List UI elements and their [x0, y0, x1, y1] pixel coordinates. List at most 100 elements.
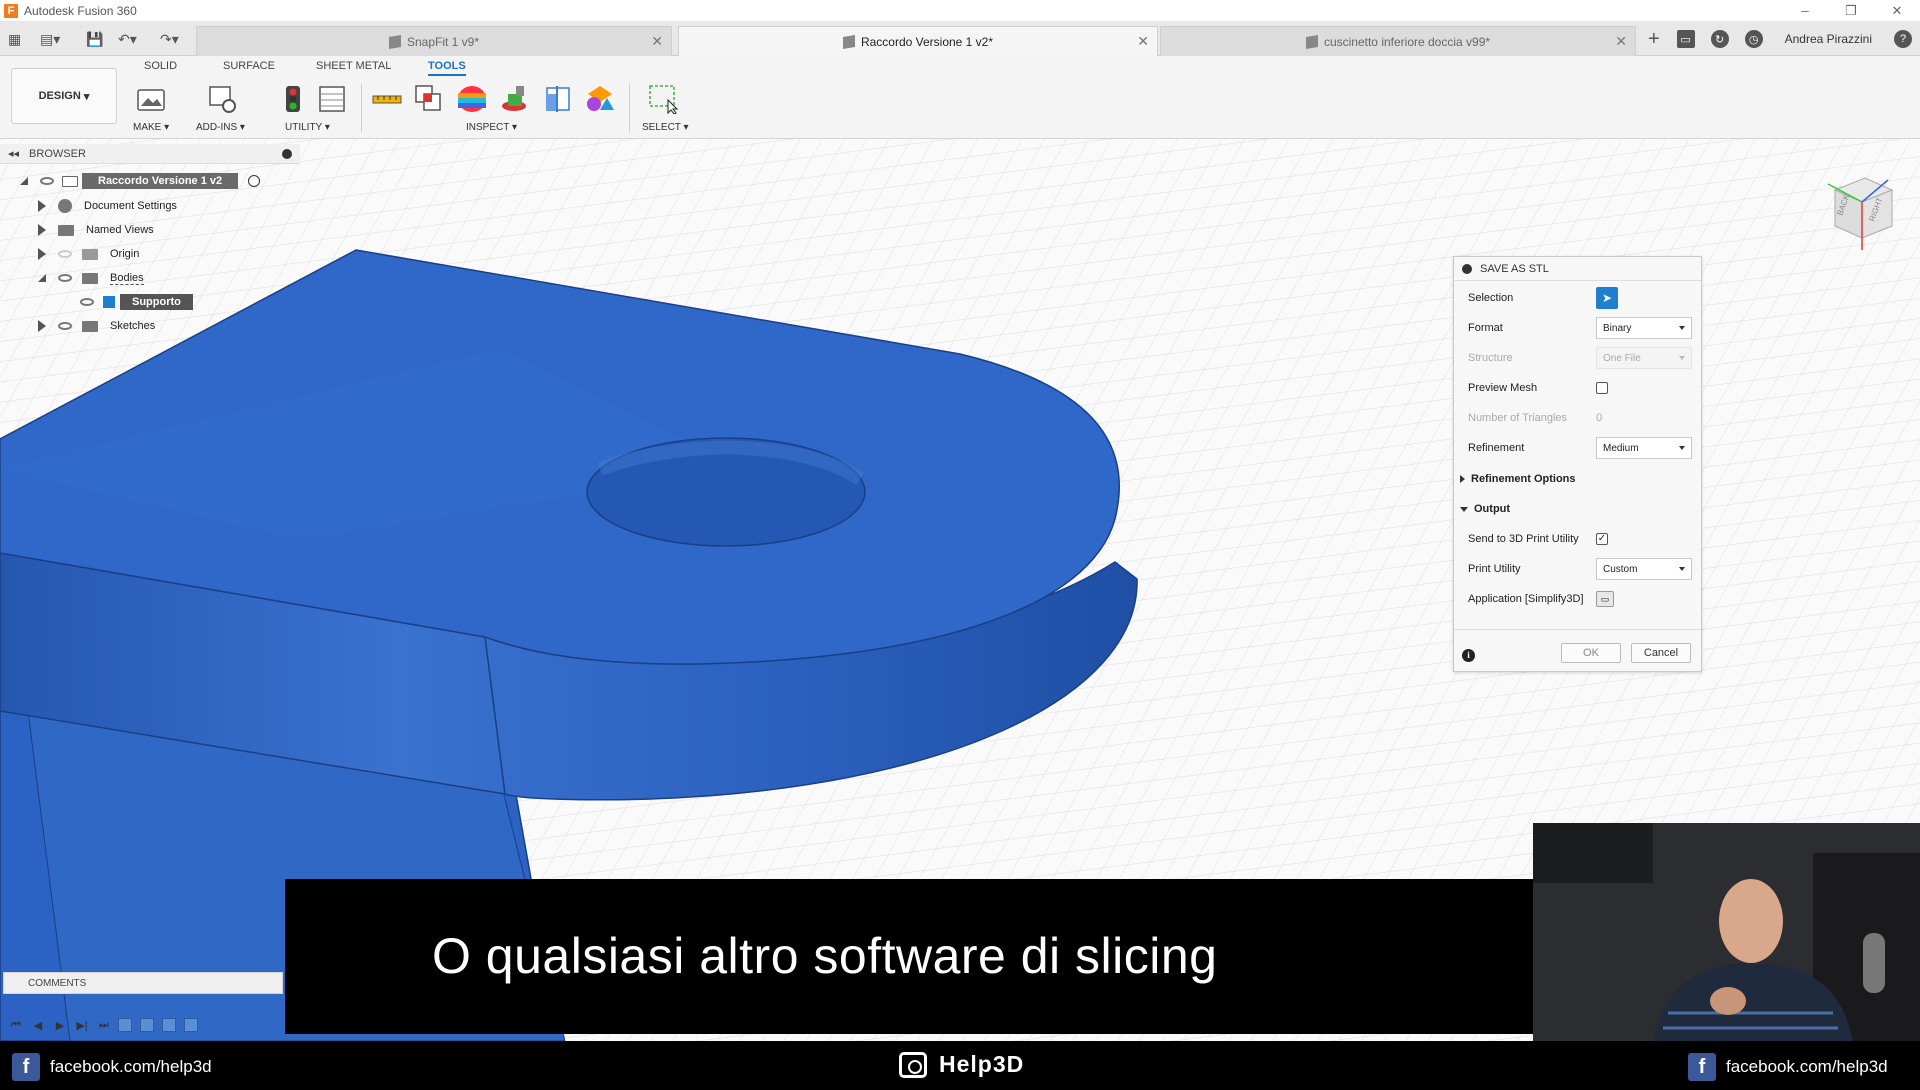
timeline-feature[interactable] — [184, 1018, 198, 1032]
window-select-icon[interactable] — [648, 84, 678, 114]
browser-pin-icon[interactable] — [282, 149, 292, 159]
browser-item-bodies[interactable]: Bodies — [38, 267, 144, 289]
expand-triangle-icon[interactable] — [38, 248, 46, 260]
expand-triangle-icon[interactable] — [38, 200, 46, 212]
chevron-down-icon — [1679, 446, 1685, 450]
file-menu-icon[interactable]: ▤▾ — [40, 22, 60, 56]
visibility-eye-icon[interactable] — [58, 250, 72, 258]
timeline-forward-icon[interactable]: ▶| — [76, 1019, 88, 1032]
minimize-button[interactable]: – — [1782, 0, 1828, 22]
close-tab-icon[interactable]: ✕ — [651, 33, 663, 50]
facebook-link-right[interactable]: f facebook.com/help3d — [1688, 1053, 1888, 1081]
cancel-button[interactable]: Cancel — [1631, 643, 1691, 663]
visibility-eye-icon[interactable] — [40, 177, 54, 185]
interference-icon[interactable] — [414, 84, 444, 114]
comments-panel[interactable]: COMMENTS — [3, 972, 283, 994]
preview-mesh-checkbox[interactable] — [1596, 382, 1608, 394]
collapse-triangle-icon — [1460, 506, 1468, 512]
visibility-eye-icon[interactable] — [58, 274, 72, 282]
timeline-start-icon[interactable]: ⏮ — [10, 1019, 22, 1031]
title-bar: F Autodesk Fusion 360 – ❐ ✕ — [0, 0, 1920, 22]
section-analysis-icon[interactable] — [543, 84, 573, 114]
tab-tools[interactable]: TOOLS — [428, 60, 466, 76]
browser-item-sketches[interactable]: Sketches — [38, 315, 155, 337]
facebook-link-left[interactable]: f facebook.com/help3d — [12, 1053, 212, 1081]
close-tab-icon[interactable]: ✕ — [1137, 33, 1149, 50]
timeline-feature[interactable] — [162, 1018, 176, 1032]
visibility-eye-icon[interactable] — [80, 298, 94, 306]
view-cube[interactable]: BACK RIGHT — [1800, 160, 1900, 260]
restore-button[interactable]: ❐ — [1828, 0, 1874, 22]
tab-solid[interactable]: SOLID — [144, 60, 177, 72]
utility-menu[interactable]: UTILITY ▾ — [285, 122, 330, 133]
scripts-addins-icon[interactable] — [207, 84, 237, 114]
apps-grid-icon[interactable]: ▦ — [8, 22, 21, 56]
format-dropdown[interactable]: Binary — [1596, 317, 1692, 339]
parameters-table-icon[interactable] — [317, 84, 347, 114]
browser-title: BROWSER — [29, 147, 86, 160]
refinement-options-section[interactable]: Refinement Options — [1460, 473, 1576, 485]
redo-icon[interactable]: ↷▾ — [160, 22, 179, 56]
user-name[interactable]: Andrea Pirazzini — [1785, 32, 1872, 46]
close-window-button[interactable]: ✕ — [1874, 0, 1920, 22]
tab-cuscinetto[interactable]: cuscinetto inferiore doccia v99* ✕ — [1160, 26, 1636, 56]
save-icon[interactable]: 💾 — [86, 22, 103, 56]
collapse-browser-icon[interactable]: ◂◂ — [8, 147, 19, 160]
new-tab-icon[interactable]: + — [1648, 22, 1660, 56]
timeline-feature[interactable] — [140, 1018, 154, 1032]
browser-item-supporto[interactable]: Supporto — [80, 291, 193, 313]
timeline-feature[interactable] — [118, 1018, 132, 1032]
inspect-menu[interactable]: INSPECT ▾ — [466, 122, 517, 133]
activate-icon[interactable] — [248, 175, 261, 187]
component-color-icon[interactable] — [585, 84, 615, 114]
workspace-switcher[interactable]: DESIGN ▾ — [11, 68, 117, 124]
collapse-triangle-icon[interactable] — [20, 177, 28, 185]
expand-triangle-icon[interactable] — [38, 320, 46, 332]
refinement-row: Refinement Medium — [1468, 437, 1696, 459]
send-to-print-checkbox[interactable]: ✓ — [1596, 533, 1608, 545]
addins-menu[interactable]: ADD-INS ▾ — [196, 122, 245, 133]
measure-icon[interactable] — [372, 84, 402, 114]
timeline-end-icon[interactable]: ⏭ — [98, 1019, 110, 1031]
tab-surface[interactable]: SURFACE — [223, 60, 275, 72]
expand-triangle-icon[interactable] — [38, 224, 46, 236]
notifications-icon[interactable]: ▭ — [1676, 30, 1695, 48]
collapse-dialog-icon[interactable] — [1462, 263, 1472, 274]
tab-raccordo[interactable]: Raccordo Versione 1 v2* ✕ — [678, 26, 1158, 56]
browser-root[interactable]: Raccordo Versione 1 v2 — [20, 170, 261, 192]
document-cube-icon — [1305, 34, 1318, 49]
browser-item-named-views[interactable]: Named Views — [38, 219, 154, 241]
timeline: ⏮ ◀ ▶ ▶| ⏭ — [0, 1010, 300, 1040]
collapse-triangle-icon[interactable] — [38, 274, 46, 282]
3d-print-icon[interactable] — [136, 84, 166, 114]
browse-folder-icon[interactable]: ▭ — [1596, 591, 1614, 607]
job-status-icon[interactable]: ↻ — [1710, 30, 1729, 48]
draft-analysis-icon[interactable] — [500, 84, 530, 114]
close-tab-icon[interactable]: ✕ — [1615, 33, 1627, 50]
browser-item-document-settings[interactable]: Document Settings — [38, 195, 177, 217]
browser-header[interactable]: ◂◂ BROWSER — [0, 144, 300, 164]
print-utility-dropdown[interactable]: Custom — [1596, 558, 1692, 580]
print-utility-row: Print Utility Custom — [1468, 558, 1696, 580]
make-menu[interactable]: MAKE ▾ — [133, 122, 169, 133]
select-menu[interactable]: SELECT ▾ — [642, 122, 689, 133]
info-icon[interactable]: i — [1462, 649, 1475, 662]
dialog-title-bar[interactable]: SAVE AS STL — [1454, 257, 1701, 281]
clock-icon[interactable]: ◷ — [1744, 30, 1763, 48]
visibility-eye-icon[interactable] — [58, 322, 72, 330]
undo-icon[interactable]: ↶▾ — [118, 22, 137, 56]
timeline-back-icon[interactable]: ◀ — [32, 1019, 44, 1032]
selection-button[interactable]: ➤ — [1596, 287, 1618, 309]
curvature-analysis-icon[interactable] — [457, 84, 487, 114]
browser-item-origin[interactable]: Origin — [38, 243, 139, 265]
ok-button[interactable]: OK — [1561, 643, 1621, 663]
tab-sheet-metal[interactable]: SHEET METAL — [316, 60, 391, 72]
help-icon[interactable]: ? — [1894, 30, 1912, 48]
refinement-dropdown[interactable]: Medium — [1596, 437, 1692, 459]
timeline-play-icon[interactable]: ▶ — [54, 1019, 66, 1032]
presenter-video — [1533, 823, 1920, 1043]
send-to-print-row: Send to 3D Print Utility ✓ — [1468, 533, 1608, 545]
traffic-light-icon[interactable] — [278, 84, 308, 114]
output-section[interactable]: Output — [1460, 503, 1510, 515]
tab-snapfit[interactable]: SnapFit 1 v9* ✕ — [196, 26, 672, 56]
